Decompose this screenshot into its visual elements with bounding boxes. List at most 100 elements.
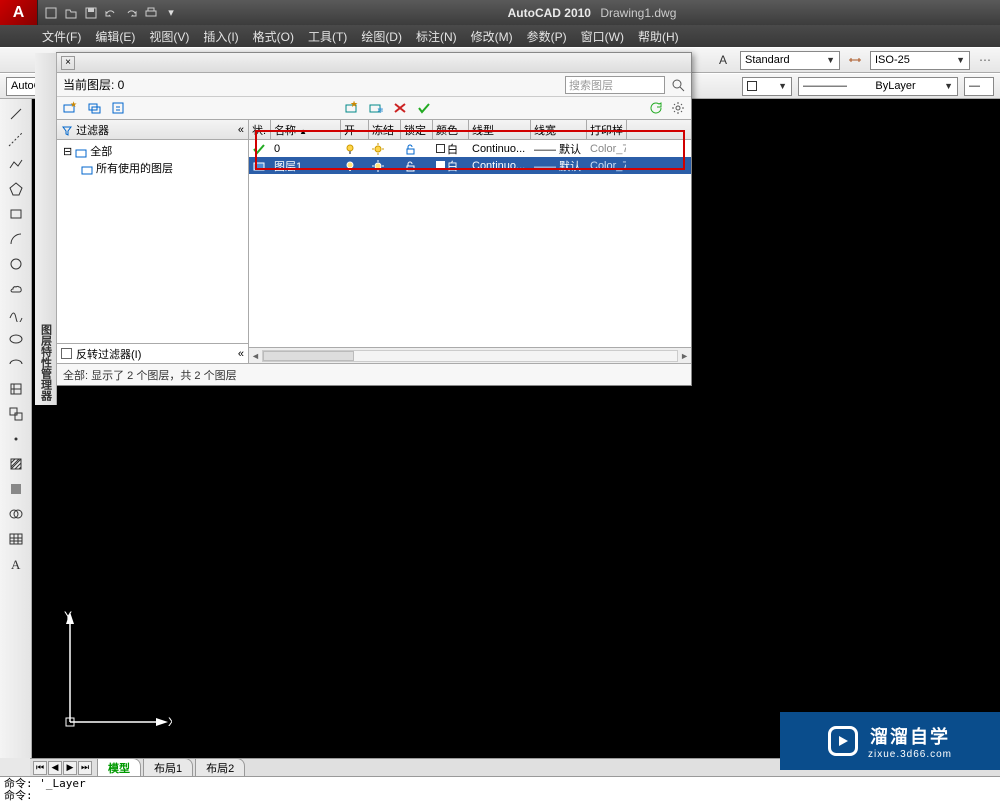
cmd-prompt[interactable]: 命令: bbox=[4, 790, 996, 802]
text-icon[interactable]: A bbox=[5, 553, 27, 575]
tree-node-used[interactable]: 所有使用的图层 bbox=[81, 161, 242, 178]
menu-tools[interactable]: 工具(T) bbox=[308, 28, 347, 45]
settings-icon[interactable] bbox=[671, 101, 685, 115]
filter-tree[interactable]: ⊟ 全部 所有使用的图层 bbox=[57, 140, 248, 343]
tab-nav[interactable]: ⏮◀▶⏭ bbox=[30, 761, 95, 775]
checkbox-icon[interactable] bbox=[61, 348, 72, 359]
menu-help[interactable]: 帮助(H) bbox=[638, 28, 679, 45]
revision-cloud-icon[interactable] bbox=[5, 278, 27, 300]
menu-window[interactable]: 窗口(W) bbox=[581, 28, 624, 45]
new-icon[interactable] bbox=[42, 4, 60, 22]
quick-access-toolbar: ▾ bbox=[38, 4, 184, 22]
invert-filter-row[interactable]: 反转过滤器(I) « bbox=[57, 343, 248, 363]
lineweight-combo[interactable]: — bbox=[964, 77, 994, 96]
filter-header[interactable]: 过滤器 « bbox=[57, 120, 248, 140]
layer-row-0[interactable]: 0 白 Continuo... —— 默认 Color_7 bbox=[249, 140, 691, 157]
unlock-icon[interactable] bbox=[404, 160, 416, 172]
svg-text:X: X bbox=[168, 715, 172, 729]
close-icon[interactable]: × bbox=[61, 56, 75, 70]
dimstyle-combo[interactable]: ISO-25▼ bbox=[870, 51, 970, 70]
point-icon[interactable] bbox=[5, 428, 27, 450]
new-group-filter-icon[interactable] bbox=[87, 101, 103, 115]
polyline-icon[interactable] bbox=[5, 153, 27, 175]
layer-state-icon[interactable] bbox=[111, 101, 127, 115]
tree-node-all[interactable]: ⊟ 全部 bbox=[63, 144, 242, 161]
print-icon[interactable] bbox=[142, 4, 160, 22]
col-state[interactable]: 状. bbox=[249, 120, 271, 139]
line-icon[interactable] bbox=[5, 103, 27, 125]
hatch-icon[interactable] bbox=[5, 453, 27, 475]
col-color[interactable]: 颜色 bbox=[433, 120, 469, 139]
window-title: AutoCAD 2010 Drawing1.dwg bbox=[184, 6, 1000, 20]
insert-block-icon[interactable] bbox=[5, 378, 27, 400]
col-lineweight[interactable]: 线宽 bbox=[531, 120, 587, 139]
menu-dimension[interactable]: 标注(N) bbox=[416, 28, 457, 45]
menu-edit[interactable]: 编辑(E) bbox=[95, 28, 135, 45]
current-layer-label: 当前图层: 0 bbox=[63, 76, 124, 93]
circle-icon[interactable] bbox=[5, 253, 27, 275]
ellipse-arc-icon[interactable] bbox=[5, 353, 27, 375]
construction-line-icon[interactable] bbox=[5, 128, 27, 150]
redo-icon[interactable] bbox=[122, 4, 140, 22]
search-icon[interactable] bbox=[671, 78, 685, 92]
dimstyle-icon[interactable] bbox=[846, 51, 864, 69]
open-icon[interactable] bbox=[62, 4, 80, 22]
menu-draw[interactable]: 绘图(D) bbox=[361, 28, 402, 45]
gradient-icon[interactable] bbox=[5, 478, 27, 500]
menu-view[interactable]: 视图(V) bbox=[149, 28, 189, 45]
more-icon[interactable]: ⋯ bbox=[976, 51, 994, 69]
save-icon[interactable] bbox=[82, 4, 100, 22]
col-freeze[interactable]: 冻结 bbox=[369, 120, 401, 139]
col-plotstyle[interactable]: 打印样 bbox=[587, 120, 627, 139]
menu-format[interactable]: 格式(O) bbox=[253, 28, 294, 45]
table-icon[interactable] bbox=[5, 528, 27, 550]
bulb-on-icon[interactable] bbox=[344, 143, 356, 155]
col-lock[interactable]: 锁定 bbox=[401, 120, 433, 139]
arc-icon[interactable] bbox=[5, 228, 27, 250]
layer-search-input[interactable]: 搜索图层 bbox=[565, 76, 665, 94]
app-logo[interactable]: A bbox=[0, 0, 38, 25]
color-combo[interactable]: ▼ bbox=[742, 77, 792, 96]
make-block-icon[interactable] bbox=[5, 403, 27, 425]
menu-parametric[interactable]: 参数(P) bbox=[527, 28, 567, 45]
col-on[interactable]: 开 bbox=[341, 120, 369, 139]
tab-model[interactable]: 模型 bbox=[97, 758, 141, 777]
unlock-icon[interactable] bbox=[404, 143, 416, 155]
menu-file[interactable]: 文件(F) bbox=[42, 28, 81, 45]
delete-layer-icon[interactable] bbox=[392, 101, 408, 115]
polygon-icon[interactable] bbox=[5, 178, 27, 200]
tab-layout1[interactable]: 布局1 bbox=[143, 758, 193, 777]
layer-window-titlebar[interactable]: × bbox=[57, 53, 691, 73]
sun-icon[interactable] bbox=[372, 143, 384, 155]
new-layer-icon[interactable]: ★ bbox=[344, 101, 360, 115]
layer-window-handle[interactable]: 图层特性管理器 bbox=[35, 53, 57, 405]
col-name[interactable]: 名称 ▲ bbox=[271, 120, 341, 139]
horizontal-scrollbar[interactable]: ◄► bbox=[249, 347, 691, 363]
spline-icon[interactable] bbox=[5, 303, 27, 325]
menu-modify[interactable]: 修改(M) bbox=[471, 28, 513, 45]
layer-row-1[interactable]: 图层1 白 Continuo... —— 默认 Color_7 bbox=[249, 157, 691, 174]
col-linetype[interactable]: 线型 bbox=[469, 120, 531, 139]
rectangle-icon[interactable] bbox=[5, 203, 27, 225]
layer-list-header[interactable]: 状. 名称 ▲ 开 冻结 锁定 颜色 线型 线宽 打印样 bbox=[249, 120, 691, 140]
region-icon[interactable] bbox=[5, 503, 27, 525]
refresh-icon[interactable] bbox=[649, 101, 663, 115]
linetype-combo[interactable]: ————ByLayer▼ bbox=[798, 77, 958, 96]
tab-layout2[interactable]: 布局2 bbox=[195, 758, 245, 777]
menu-insert[interactable]: 插入(I) bbox=[203, 28, 238, 45]
ellipse-icon[interactable] bbox=[5, 328, 27, 350]
command-line[interactable]: 命令: '_Layer 命令: bbox=[0, 776, 1000, 802]
new-filter-icon[interactable]: ★ bbox=[63, 101, 79, 115]
textstyle-icon[interactable]: A bbox=[716, 51, 734, 69]
svg-text:A: A bbox=[719, 53, 727, 67]
ucs-icon: Y X bbox=[52, 610, 172, 740]
new-layer-freeze-icon[interactable]: ❄ bbox=[368, 101, 384, 115]
qat-dropdown-icon[interactable]: ▾ bbox=[162, 4, 180, 22]
sun-icon[interactable] bbox=[372, 160, 384, 172]
collapse-icon[interactable]: « bbox=[238, 124, 244, 136]
textstyle-combo[interactable]: Standard▼ bbox=[740, 51, 840, 70]
collapse-icon[interactable]: « bbox=[238, 348, 244, 360]
bulb-on-icon[interactable] bbox=[344, 160, 356, 172]
undo-icon[interactable] bbox=[102, 4, 120, 22]
set-current-icon[interactable] bbox=[416, 101, 432, 115]
